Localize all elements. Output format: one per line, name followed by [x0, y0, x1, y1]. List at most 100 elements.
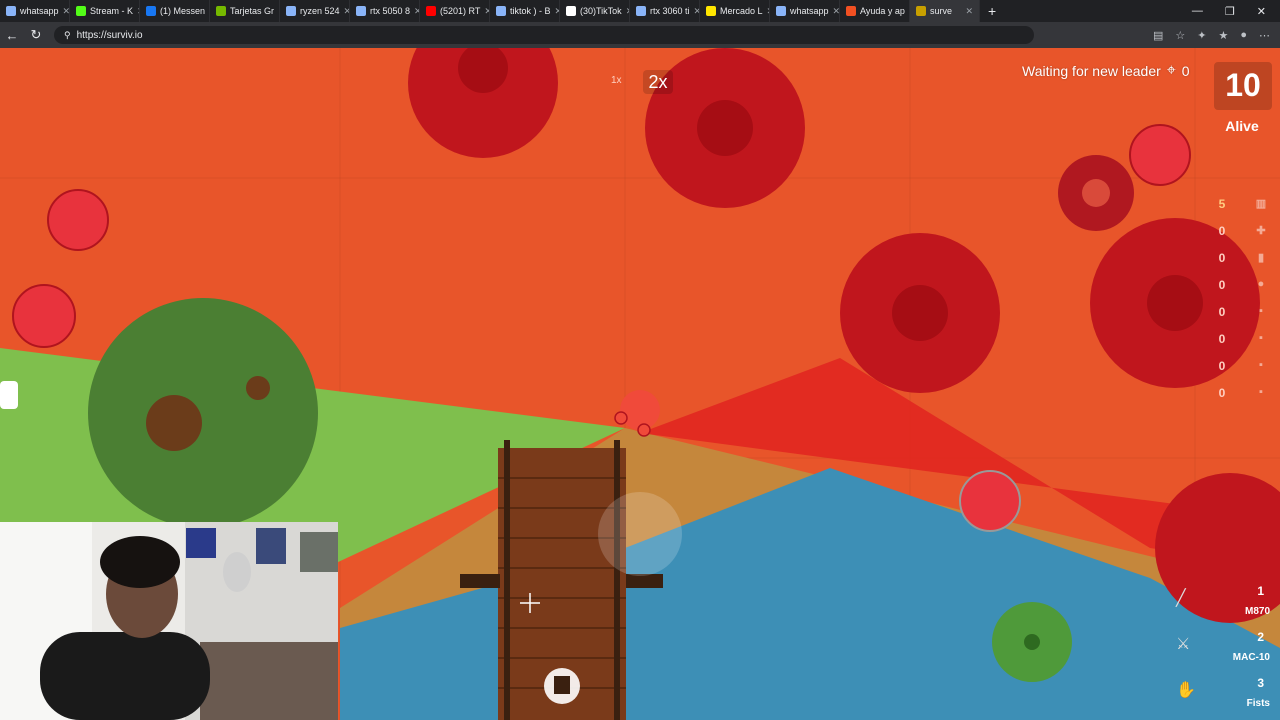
tab-label: Tarjetas Gr	[230, 6, 275, 16]
tab-label: rtx 3060 ti	[650, 6, 690, 16]
tree	[88, 298, 318, 528]
soda-icon: ▮	[1257, 251, 1265, 264]
browser-tab[interactable]: Stream - K✕	[70, 0, 140, 22]
weapon-slot-number: 3	[1257, 676, 1264, 690]
player-hand	[637, 423, 651, 437]
inventory-row[interactable]: 0 ●	[1210, 271, 1270, 298]
browser-tab[interactable]: (1) Messen✕	[140, 0, 210, 22]
inventory-row[interactable]: 0 ▪	[1210, 325, 1270, 352]
browser-tab[interactable]: surve ✕	[910, 0, 980, 22]
reload-icon[interactable]: ↻	[24, 27, 48, 43]
tab-label: (1) Messen	[160, 6, 206, 16]
zoom-level-small: 1x	[611, 75, 622, 86]
person-shirt	[40, 632, 210, 720]
barrel	[12, 284, 76, 348]
browser-tab[interactable]: whatsapp ✕	[770, 0, 840, 22]
fist-icon: ✋	[1176, 682, 1196, 699]
tab-label: (30)TikTok	[580, 6, 622, 16]
favicon-icon	[146, 6, 156, 16]
ammo-9mm-icon: ▪	[1259, 304, 1263, 317]
tab-label: ryzen 524	[300, 6, 340, 16]
tab-label: whatsapp	[790, 6, 829, 16]
weapon-name: M870	[1244, 606, 1270, 617]
weapon-slot-number: 2	[1257, 630, 1264, 644]
favicon-icon	[846, 6, 856, 16]
inventory-row[interactable]: 5 ▥	[1210, 190, 1270, 217]
inventory-row[interactable]: 0 ▮	[1210, 244, 1270, 271]
menu-icon[interactable]: ⋯	[1259, 29, 1270, 42]
window-controls: — ❐ ✕	[1192, 5, 1280, 18]
favicon-icon	[776, 6, 786, 16]
touch-joystick[interactable]	[598, 492, 682, 576]
tab-label: tiktok ) - B	[510, 6, 551, 16]
favicon-icon	[916, 6, 926, 16]
bed	[200, 642, 338, 720]
favicon-icon	[426, 6, 436, 16]
kill-count: 0	[1181, 63, 1190, 79]
favicon-icon	[636, 6, 646, 16]
inventory-row[interactable]: 0 ✚	[1210, 217, 1270, 244]
bush-center	[1024, 634, 1040, 650]
close-icon[interactable]: ✕	[1257, 5, 1266, 18]
browser-tab[interactable]: Ayuda y ap✕	[840, 0, 910, 22]
extensions-icon[interactable]: ✦	[1197, 29, 1206, 42]
tab-label: Stream - K	[90, 6, 134, 16]
browser-tab[interactable]: Tarjetas Gr✕	[210, 0, 280, 22]
browser-tab[interactable]: Mercado L✕	[700, 0, 770, 22]
browser-tab[interactable]: tiktok ) - B✕	[490, 0, 560, 22]
favicon-icon	[496, 6, 506, 16]
inventory-count: 0	[1218, 358, 1226, 373]
browser-tab[interactable]: (5201) RT✕	[420, 0, 490, 22]
back-icon[interactable]: ←	[0, 28, 24, 43]
bridge-rail	[504, 440, 510, 720]
browser-tab[interactable]: rtx 3060 ti✕	[630, 0, 700, 22]
favicon-icon	[76, 6, 86, 16]
url-text: https://surviv.io	[76, 29, 143, 41]
smg-icon: ⚔	[1176, 636, 1191, 653]
player-hand	[614, 411, 628, 425]
alive-label: Alive	[1225, 118, 1259, 134]
tree-trunk	[1082, 179, 1110, 207]
crosshair-kills-icon: ⌖	[1166, 62, 1176, 79]
tab-label: whatsapp	[20, 6, 59, 16]
inventory-count: 0	[1218, 250, 1226, 265]
bookmark-star-icon[interactable]: ☆	[1175, 29, 1185, 42]
tab-close-icon[interactable]: ✕	[965, 6, 973, 17]
tab-close-icon[interactable]: ✕	[833, 6, 839, 17]
tab-label: (5201) RT	[440, 6, 481, 16]
tab-label: surve	[930, 6, 953, 16]
favorites-icon[interactable]: ★	[1218, 29, 1228, 42]
alive-count: 10	[1214, 62, 1272, 110]
inventory-row[interactable]: 0 ▪	[1210, 379, 1270, 406]
favicon-icon	[706, 6, 716, 16]
address-bar[interactable]: ⚲ https://surviv.io	[54, 26, 1034, 44]
weapon-slot-1[interactable]: ╱ 1 M870	[1170, 582, 1278, 628]
inventory-row[interactable]: 0 ▪	[1210, 352, 1270, 379]
weapon-name: MAC-10	[1232, 652, 1270, 663]
inventory-row[interactable]: 0 ▪	[1210, 298, 1270, 325]
site-info-icon[interactable]: ⚲	[64, 30, 71, 41]
poster	[300, 532, 338, 572]
inventory-count: 0	[1218, 223, 1226, 238]
tab-list: whatsapp✕Stream - K✕(1) Messen✕Tarjetas …	[0, 0, 980, 22]
weapon-slot-2[interactable]: ⚔ 2 MAC-10	[1170, 628, 1278, 674]
browser-tab[interactable]: ryzen 524✕	[280, 0, 350, 22]
weapon-slot-3[interactable]: ✋ 3 Fists	[1170, 674, 1278, 720]
person-hair	[100, 536, 180, 588]
barrel	[1129, 124, 1191, 186]
maximize-icon[interactable]: ❐	[1225, 5, 1235, 18]
tree-trunk	[246, 376, 270, 400]
weapon-name: Fists	[1246, 698, 1270, 709]
profile-icon[interactable]: ●	[1240, 29, 1247, 42]
reader-icon[interactable]: ▤	[1153, 29, 1163, 42]
new-tab-button[interactable]: +	[980, 3, 1004, 19]
browser-tab[interactable]: (30)TikTok✕	[560, 0, 630, 22]
barrel	[959, 470, 1021, 532]
favicon-icon	[286, 6, 296, 16]
minimize-icon[interactable]: —	[1192, 5, 1203, 18]
browser-tab[interactable]: whatsapp ✕	[0, 0, 70, 22]
browser-tab[interactable]: rtx 5050 8✕	[350, 0, 420, 22]
player	[620, 390, 660, 430]
tab-close-icon[interactable]: ✕	[63, 6, 69, 17]
inventory-count: 0	[1218, 331, 1226, 346]
